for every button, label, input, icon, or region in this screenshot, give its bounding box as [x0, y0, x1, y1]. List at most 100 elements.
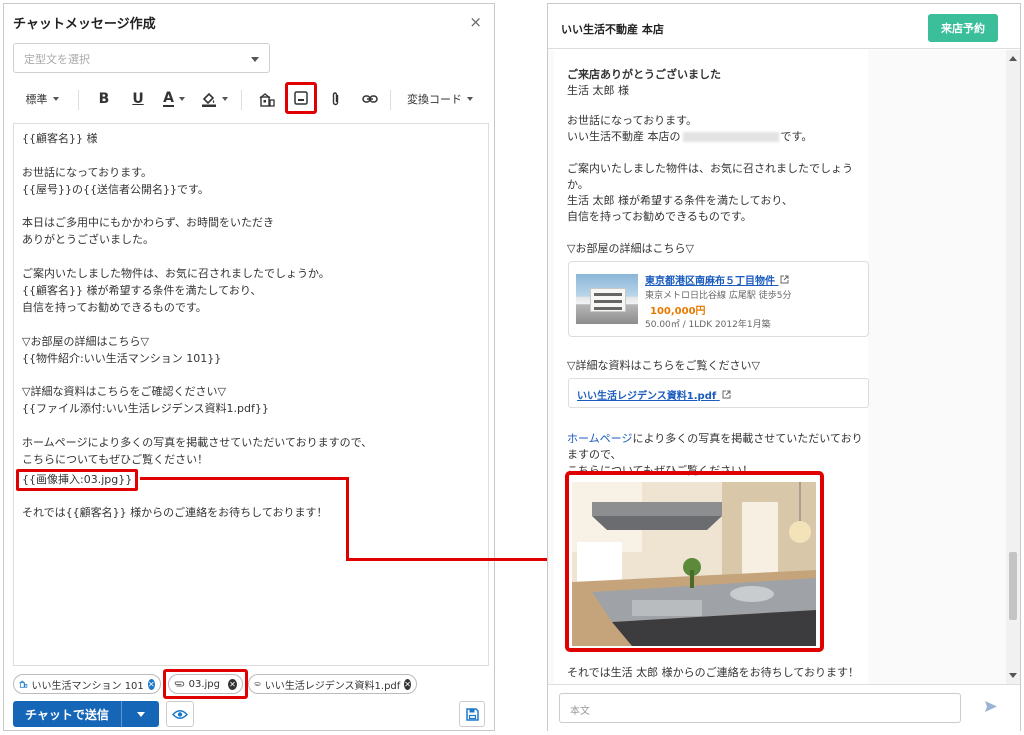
toolbar-divider	[390, 90, 391, 110]
chat-header: いい生活不動産 本店 来店予約	[548, 4, 1020, 49]
send-icon[interactable]	[984, 700, 998, 716]
bold-button[interactable]: B	[93, 84, 115, 114]
composer-title: チャットメッセージ作成	[13, 17, 156, 32]
insert-image-button[interactable]	[285, 82, 317, 114]
external-link-icon	[780, 275, 789, 284]
connector-line	[346, 558, 560, 561]
preview-button[interactable]	[166, 701, 194, 727]
scroll-up-icon[interactable]	[1009, 56, 1017, 61]
homepage-link[interactable]: ホームページ	[567, 432, 632, 445]
paper-plane-icon	[985, 701, 997, 712]
message-text: それでは生活 太郎 様からのご連絡をお待ちしております！	[567, 666, 860, 679]
message-text: です。	[780, 130, 813, 143]
connector-line	[346, 477, 349, 561]
building-icon	[19, 680, 28, 688]
template-select[interactable]: 定型文を選択	[13, 43, 270, 73]
property-name-link[interactable]: 東京都港区南麻布５丁目物件	[645, 272, 789, 287]
message-text: ご来店ありがとうございました	[567, 68, 721, 81]
store-name: いい生活不動産 本店	[561, 23, 664, 36]
image-icon	[294, 91, 308, 105]
underline-button[interactable]: U	[127, 84, 149, 114]
editor-line: ▽詳細な資料はこちらをご確認ください▽	[22, 385, 226, 399]
toolbar-divider	[78, 90, 79, 110]
editor-line: 自信を持ってお勧めできるものです。	[22, 300, 207, 314]
convert-code-label: 変換コード	[407, 93, 462, 106]
attachment-chip[interactable]: いい生活マンション 101 ✕	[13, 674, 161, 694]
message-text: により多くの写真を掲載させていただいており	[632, 432, 863, 445]
remove-icon[interactable]: ✕	[404, 678, 411, 690]
chevron-down-icon	[52, 97, 59, 101]
attachment-chip[interactable]: いい生活レジデンス資料1.pdf ✕	[248, 674, 417, 694]
message-text: ご案内いたしました物件は、お気に召されましたでしょう	[567, 162, 853, 175]
editor-line: ご案内いたしました物件は、お気に召されましたでしょうか。	[22, 267, 330, 281]
paperclip-icon	[332, 92, 339, 106]
chat-input-bar: 本文	[548, 684, 1020, 732]
send-chat-button[interactable]: チャットで送信	[13, 701, 159, 727]
prop-thumb-bld	[590, 288, 626, 312]
close-icon[interactable]: ×	[469, 13, 482, 31]
message-text: お世話になっております。	[567, 114, 698, 127]
send-chat-label: チャットで送信	[25, 707, 109, 722]
scrollbar[interactable]	[1006, 50, 1020, 684]
toolbar-divider	[241, 90, 242, 110]
visit-reservation-button[interactable]: 来店予約	[928, 14, 998, 42]
remove-icon[interactable]: ✕	[147, 678, 155, 690]
chevron-down-icon	[221, 97, 228, 101]
message-bubble: ご来店ありがとうございました 生活 太郎 様 お世話になっております。 いい生活…	[554, 50, 869, 684]
chevron-down-icon	[178, 97, 185, 101]
fill-color-icon	[201, 92, 216, 107]
file-link[interactable]: いい生活レジデンス資料1.pdf	[577, 387, 731, 402]
editor-line: {{屋号}}の{{送信者公開名}}です。	[22, 182, 209, 196]
editor-line: こちらについてもぜひご覧ください！	[22, 452, 209, 466]
editor-line: {{ファイル添付:いい生活レジデンス資料1.pdf}}	[22, 402, 269, 416]
editor-line: お世話になっております。	[22, 165, 153, 179]
convert-code-select[interactable]: 変換コード	[401, 84, 479, 114]
message-text: 生活 太郎 様	[567, 84, 629, 97]
chat-preview-panel: いい生活不動産 本店 来店予約 ご来店ありがとうございました 生活 太郎 様 お…	[547, 3, 1021, 732]
editor-line: 本日はご多用中にもかかわらず、お時間をいただき	[22, 216, 275, 230]
property-card[interactable]: 東京都港区南麻布５丁目物件 東京メトロ日比谷線 広尾駅 徒歩5分 100,000…	[568, 261, 869, 337]
external-link-icon	[722, 390, 731, 399]
message-input[interactable]: 本文	[559, 693, 961, 723]
property-price: 100,000円	[650, 306, 706, 317]
attachment-list: いい生活マンション 101 ✕ 03.jpg ✕ いい生活レジデンス資料1.pd…	[13, 669, 493, 699]
message-text: 生活 太郎 様が希望する条件を満たしており、	[567, 194, 793, 207]
editor-line: {{顧客名}} 様	[22, 132, 98, 145]
chevron-down-icon	[467, 97, 473, 101]
font-size-select[interactable]: 標準	[19, 84, 65, 114]
file-card[interactable]: いい生活レジデンス資料1.pdf	[568, 378, 869, 408]
attach-file-button[interactable]	[325, 84, 347, 114]
font-size-label: 標準	[25, 93, 48, 106]
editor-line: ホームページにより多くの写真を掲載させていただいておりますので、	[22, 436, 373, 450]
property-spec: 50.00㎡ / 1LDK 2012年1月築	[645, 320, 771, 330]
editor-line: {{顧客名}} 様が希望する条件を満たしており、	[22, 284, 262, 298]
insert-link-button[interactable]	[358, 84, 382, 114]
save-icon	[465, 707, 479, 721]
attachment-label: いい生活レジデンス資料1.pdf	[264, 680, 401, 692]
save-draft-button[interactable]	[459, 701, 485, 727]
font-color-icon: A	[163, 90, 174, 107]
font-color-button[interactable]: A	[159, 84, 189, 114]
editor-line: それでは{{顧客名}} 様からのご連絡をお待ちしております！	[22, 505, 328, 519]
message-text: ホームページにより多くの写真を掲載させていただいており	[567, 430, 863, 446]
property-access: 東京メトロ日比谷線 広尾駅 徒歩5分	[645, 291, 792, 301]
message-text: ▽お部屋の詳細はこちら▽	[567, 242, 694, 255]
paperclip-icon	[254, 682, 261, 686]
message-text: ますので、	[567, 448, 622, 461]
editor-toolbar: 標準 B U A 変換コード	[13, 82, 489, 118]
send-options-dropdown[interactable]	[122, 711, 159, 717]
scrollbar-thumb[interactable]	[1009, 552, 1017, 620]
scroll-down-icon[interactable]	[1009, 673, 1017, 678]
file-name: いい生活レジデンス資料1.pdf	[577, 391, 717, 402]
insert-property-button[interactable]	[255, 84, 279, 114]
chevron-down-icon	[136, 711, 145, 717]
message-editor[interactable]: {{顧客名}} 様 お世話になっております。 {{屋号}}の{{送信者公開名}}…	[13, 123, 489, 666]
message-text: 自信を持ってお勧めできるものです。	[567, 210, 752, 223]
property-photo	[576, 274, 638, 324]
highlight-color-button[interactable]	[199, 84, 229, 114]
